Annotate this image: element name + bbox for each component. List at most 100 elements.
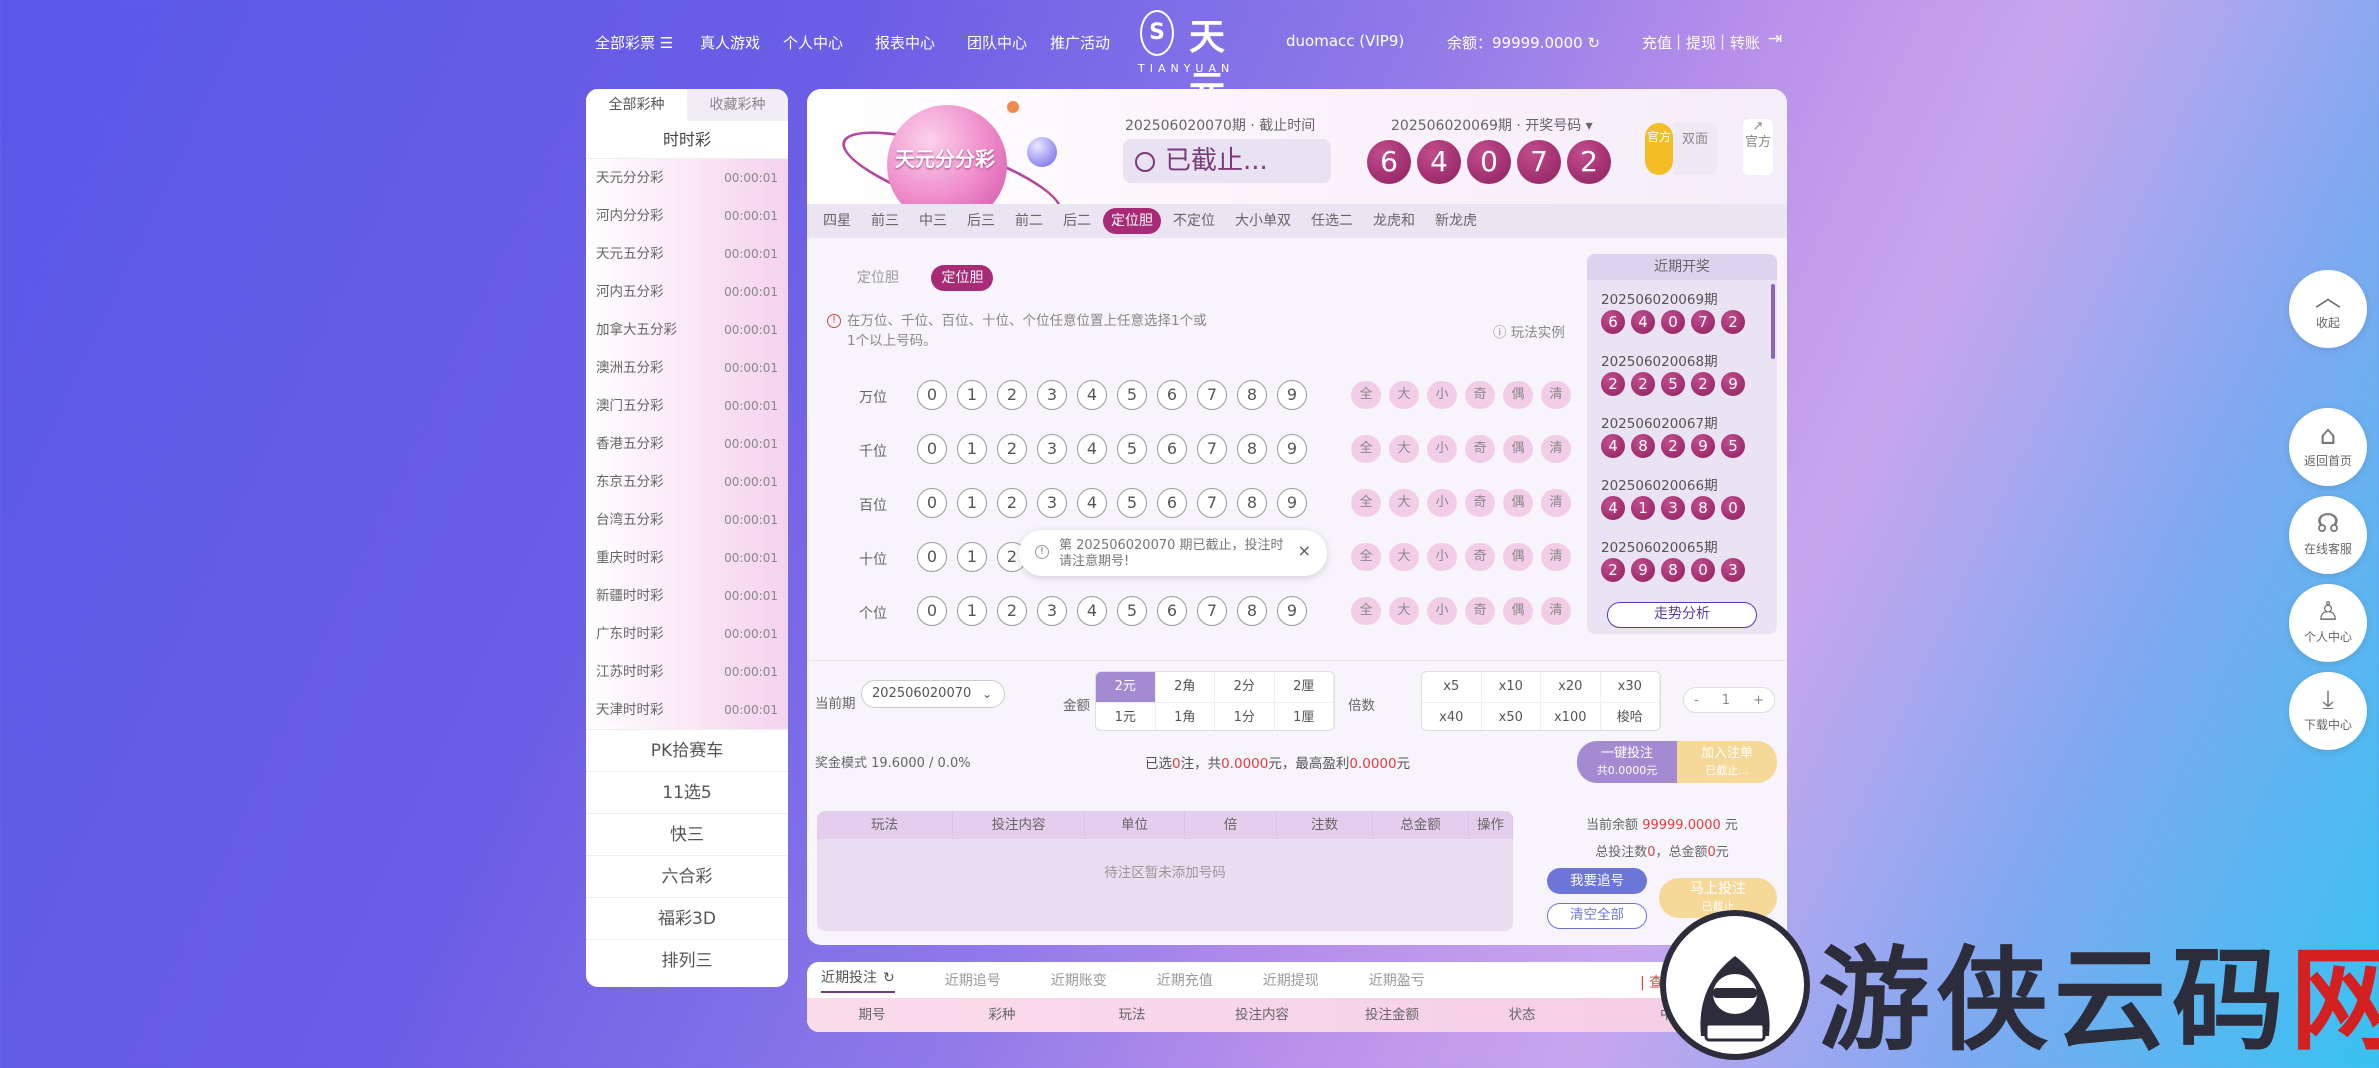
number-ball[interactable]: 0 xyxy=(917,596,947,626)
records-tab[interactable]: 近期投注 ↻ xyxy=(821,967,895,993)
logo[interactable]: S 天元 TIANYUAN xyxy=(1138,6,1234,110)
subtab-dingweidan-active[interactable]: 定位胆 xyxy=(931,265,994,291)
stepper-value[interactable]: 1 xyxy=(1722,693,1730,708)
records-tab[interactable]: 近期充值 xyxy=(1157,970,1213,990)
amount-unit-option[interactable]: 2元 xyxy=(1096,672,1156,703)
number-ball[interactable]: 4 xyxy=(1077,380,1107,410)
sidebar-item[interactable]: 台湾五分彩 00:00:01 xyxy=(586,501,788,539)
play-tab[interactable]: 不定位 xyxy=(1165,208,1223,234)
clear-all-button[interactable]: 清空全部 xyxy=(1547,903,1647,929)
play-tab[interactable]: 四星 xyxy=(815,208,859,234)
close-icon[interactable]: × xyxy=(1298,543,1311,559)
number-ball[interactable]: 2 xyxy=(997,434,1027,464)
records-tab[interactable]: 近期提现 xyxy=(1263,970,1319,990)
number-ball[interactable]: 8 xyxy=(1237,596,1267,626)
records-tab[interactable]: 近期追号 xyxy=(945,970,1001,990)
number-ball[interactable]: 7 xyxy=(1197,380,1227,410)
float-home[interactable]: ⌂ 返回首页 xyxy=(2289,408,2367,486)
quick-select-button[interactable]: 大 xyxy=(1389,381,1419,409)
quick-select-button[interactable]: 清 xyxy=(1541,435,1571,463)
quick-select-button[interactable]: 奇 xyxy=(1465,489,1495,517)
open-period-selector[interactable]: 202506020069期 · 开奖号码 ▾ xyxy=(1391,115,1593,135)
current-period-select[interactable]: 202506020070 ⌄ xyxy=(861,680,1005,708)
number-ball[interactable]: 5 xyxy=(1117,488,1147,518)
number-ball[interactable]: 2 xyxy=(997,488,1027,518)
number-ball[interactable]: 5 xyxy=(1117,434,1147,464)
scrollbar[interactable] xyxy=(1771,284,1775,359)
number-ball[interactable]: 2 xyxy=(997,596,1027,626)
play-tab[interactable]: 定位胆 xyxy=(1103,208,1161,234)
play-tab[interactable]: 新龙虎 xyxy=(1427,208,1485,234)
sidebar-item[interactable]: 香港五分彩 00:00:01 xyxy=(586,425,788,463)
sidebar-category[interactable]: PK拾赛车 xyxy=(586,729,788,771)
sidebar-item[interactable]: 澳洲五分彩 00:00:01 xyxy=(586,349,788,387)
sidebar-item[interactable]: 广东时时彩 00:00:01 xyxy=(586,615,788,653)
float-download[interactable]: ⤓ 下载中心 xyxy=(2289,672,2367,750)
quick-select-button[interactable]: 清 xyxy=(1541,597,1571,625)
number-ball[interactable]: 7 xyxy=(1197,434,1227,464)
add-order-button[interactable]: 加入注单 已截止... xyxy=(1677,741,1777,783)
number-ball[interactable]: 3 xyxy=(1037,488,1067,518)
official-link[interactable]: ↗ 官方 xyxy=(1743,119,1773,175)
nav-reports[interactable]: 报表中心 xyxy=(875,32,935,53)
number-ball[interactable]: 0 xyxy=(917,488,947,518)
nav-live-games[interactable]: 真人游戏 xyxy=(700,32,760,53)
number-ball[interactable]: 5 xyxy=(1117,380,1147,410)
quick-select-button[interactable]: 偶 xyxy=(1503,597,1533,625)
number-ball[interactable]: 3 xyxy=(1037,434,1067,464)
number-ball[interactable]: 9 xyxy=(1277,596,1307,626)
multiple-option[interactable]: x5 xyxy=(1422,672,1482,703)
multiple-option[interactable]: 梭哈 xyxy=(1601,703,1660,730)
quick-select-button[interactable]: 清 xyxy=(1541,543,1571,571)
number-ball[interactable]: 3 xyxy=(1037,596,1067,626)
number-ball[interactable]: 9 xyxy=(1277,434,1307,464)
double-side-toggle[interactable]: 双面 xyxy=(1673,123,1717,175)
number-ball[interactable]: 1 xyxy=(957,380,987,410)
number-ball[interactable]: 2 xyxy=(997,380,1027,410)
sidebar-item[interactable]: 加拿大五分彩 00:00:01 xyxy=(586,311,788,349)
nav-team-center[interactable]: 团队中心 xyxy=(967,32,1027,53)
amount-unit-option[interactable]: 2角 xyxy=(1155,672,1215,703)
amount-unit-option[interactable]: 2分 xyxy=(1215,672,1275,703)
sidebar-category[interactable]: 六合彩 xyxy=(586,855,788,897)
number-ball[interactable]: 0 xyxy=(917,542,947,572)
sidebar-item[interactable]: 天津时时彩 00:00:01 xyxy=(586,691,788,729)
quick-select-button[interactable]: 全 xyxy=(1351,543,1381,571)
number-ball[interactable]: 0 xyxy=(917,380,947,410)
transfer-link[interactable]: 转账 xyxy=(1730,32,1760,53)
trend-analysis-button[interactable]: 走势分析 xyxy=(1607,602,1757,628)
number-ball[interactable]: 0 xyxy=(917,434,947,464)
quick-select-button[interactable]: 奇 xyxy=(1465,543,1495,571)
multiple-option[interactable]: x50 xyxy=(1482,703,1541,730)
sidebar-category[interactable]: 11选5 xyxy=(586,771,788,813)
quick-select-button[interactable]: 大 xyxy=(1389,543,1419,571)
nav-promotions[interactable]: 推广活动 xyxy=(1050,32,1110,53)
refresh-icon[interactable]: ↻ xyxy=(1587,34,1600,52)
sidebar-item[interactable]: 河内分分彩 00:00:01 xyxy=(586,197,788,235)
quick-select-button[interactable]: 全 xyxy=(1351,435,1381,463)
play-tab[interactable]: 大小单双 xyxy=(1227,208,1299,234)
quick-select-button[interactable]: 大 xyxy=(1389,489,1419,517)
number-ball[interactable]: 5 xyxy=(1117,596,1147,626)
amount-unit-option[interactable]: 1厘 xyxy=(1275,703,1334,730)
multiple-stepper[interactable]: - 1 + xyxy=(1683,687,1775,713)
amount-unit-option[interactable]: 1角 xyxy=(1156,703,1215,730)
amount-unit-option[interactable]: 2厘 xyxy=(1274,672,1334,703)
play-tab[interactable]: 前二 xyxy=(1007,208,1051,234)
multiple-option[interactable]: x40 xyxy=(1422,703,1482,730)
stepper-minus[interactable]: - xyxy=(1694,693,1699,708)
records-tab[interactable]: 近期盈亏 xyxy=(1369,970,1425,990)
quick-select-button[interactable]: 偶 xyxy=(1503,381,1533,409)
sidebar-item[interactable]: 澳门五分彩 00:00:01 xyxy=(586,387,788,425)
tab-favorite-lottery[interactable]: 收藏彩种 xyxy=(687,89,788,121)
quick-select-button[interactable]: 全 xyxy=(1351,597,1381,625)
number-ball[interactable]: 6 xyxy=(1157,380,1187,410)
sidebar-item[interactable]: 天元分分彩 00:00:01 xyxy=(586,159,788,197)
quick-select-button[interactable]: 清 xyxy=(1541,381,1571,409)
quick-select-button[interactable]: 小 xyxy=(1427,435,1457,463)
number-ball[interactable]: 9 xyxy=(1277,488,1307,518)
number-ball[interactable]: 8 xyxy=(1237,380,1267,410)
number-ball[interactable]: 9 xyxy=(1277,380,1307,410)
multiple-option[interactable]: x100 xyxy=(1541,703,1601,730)
quick-select-button[interactable]: 小 xyxy=(1427,597,1457,625)
